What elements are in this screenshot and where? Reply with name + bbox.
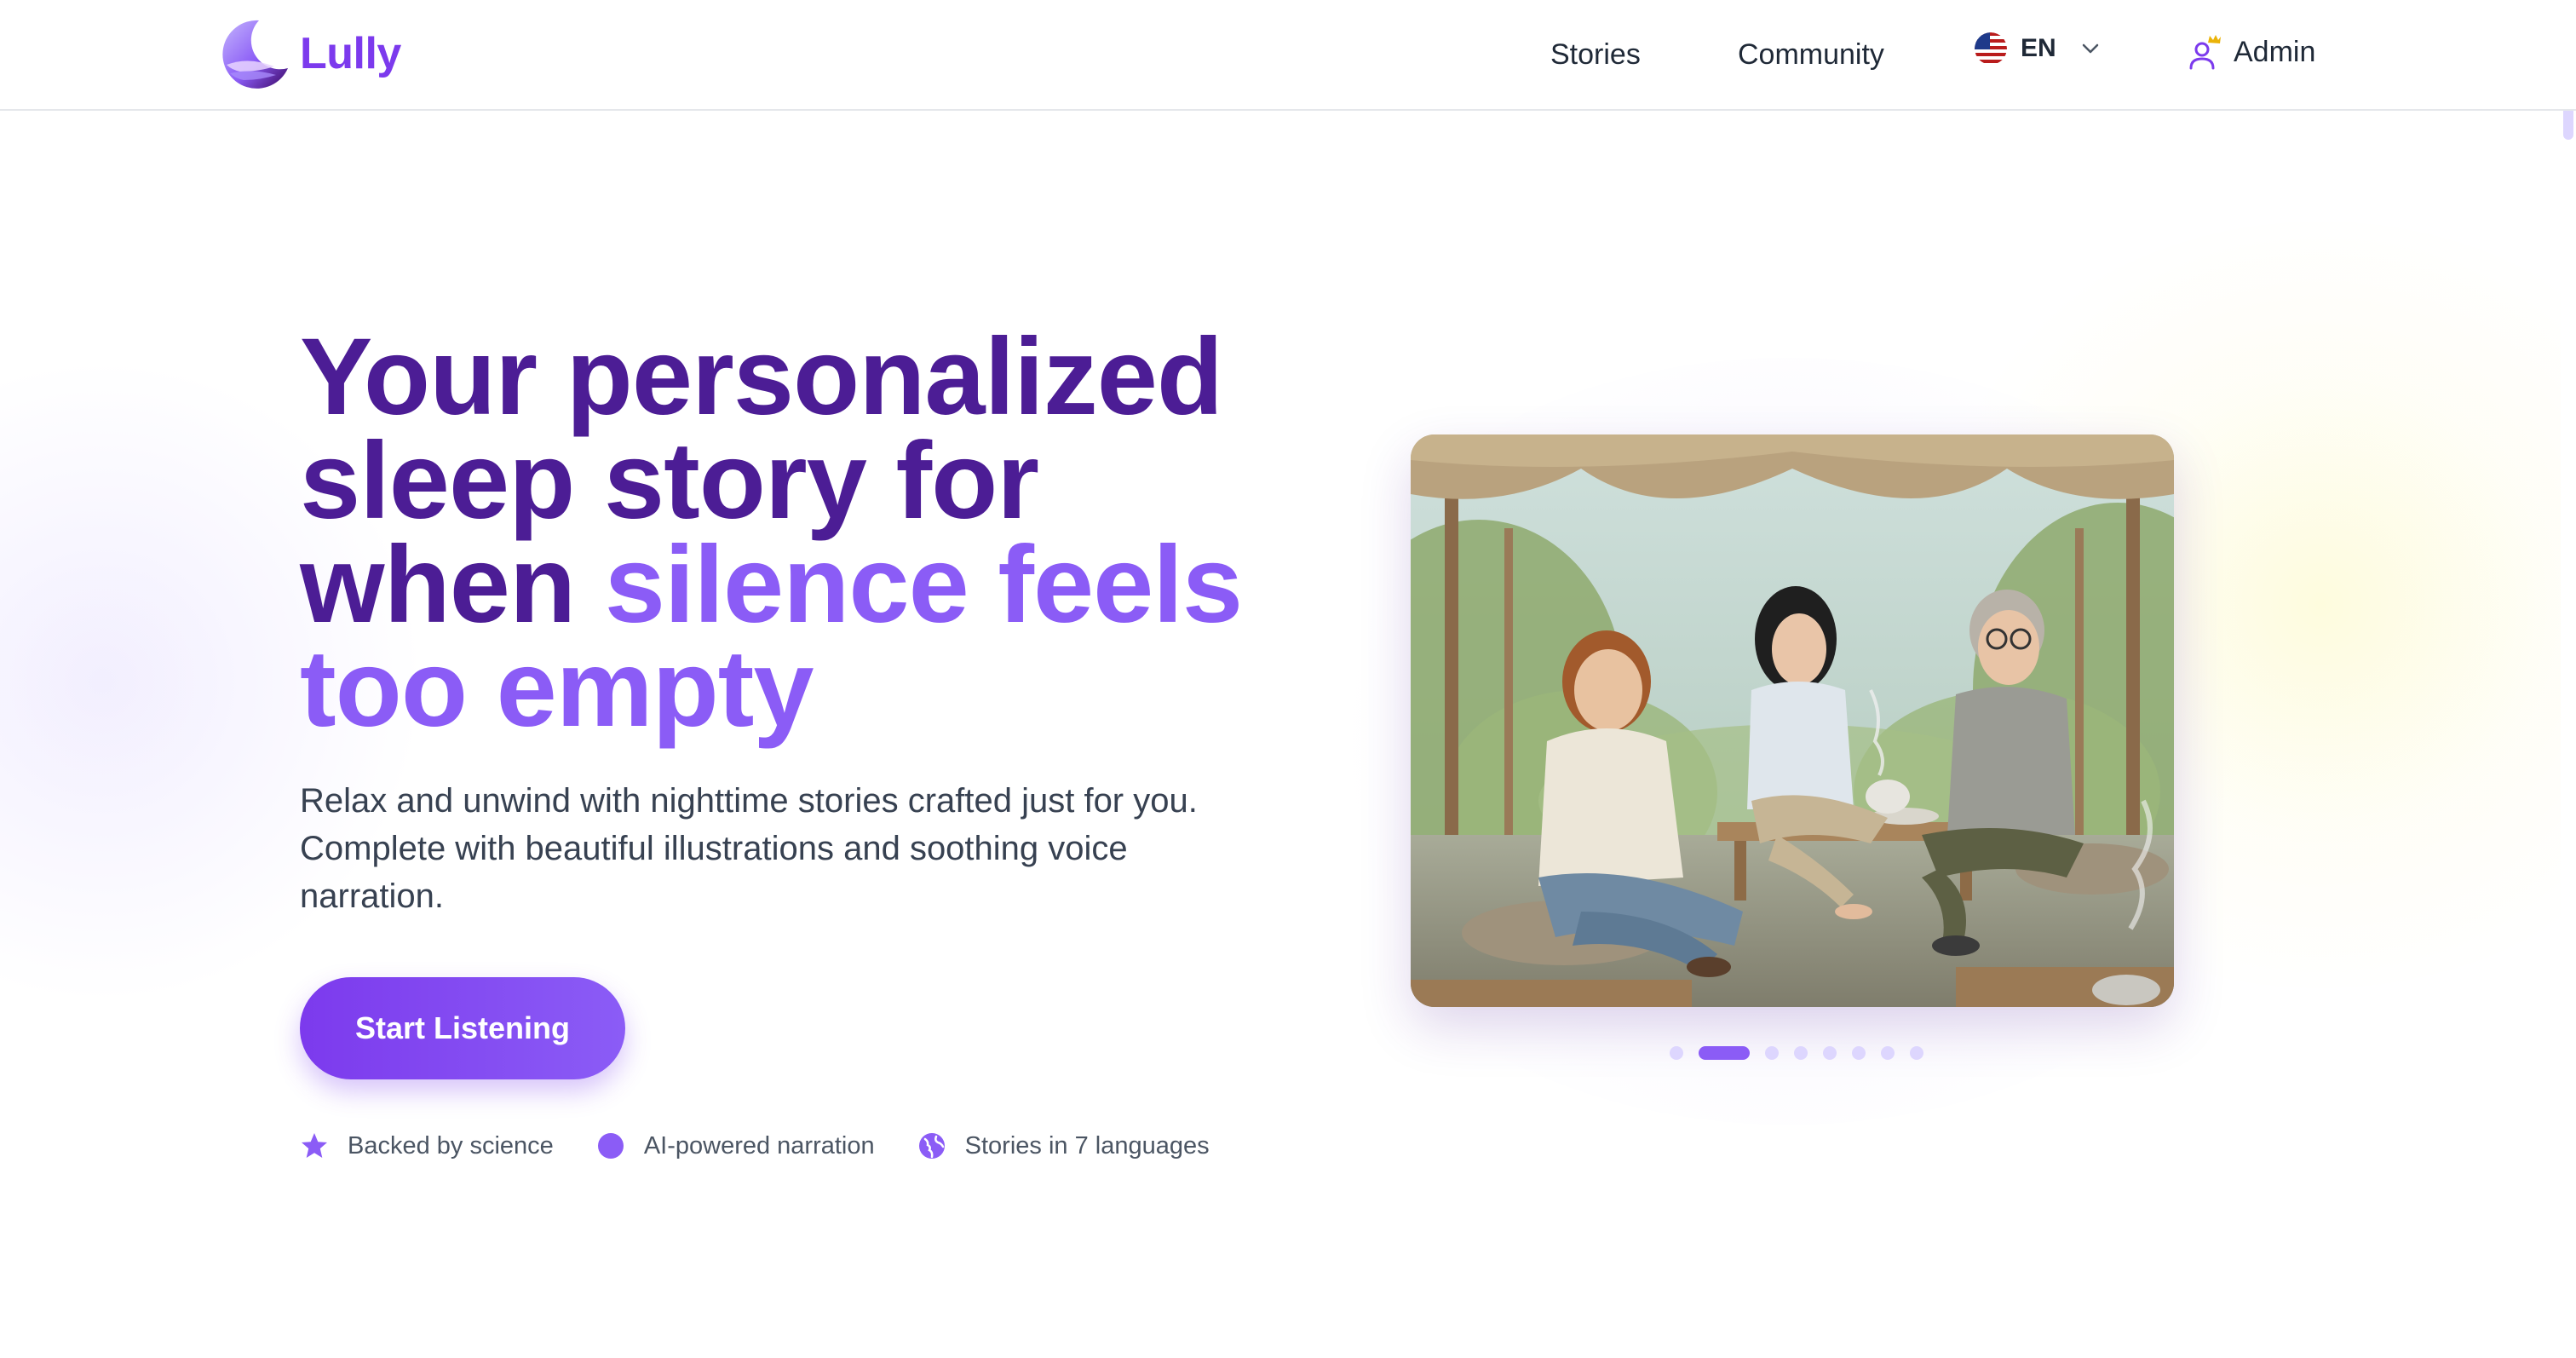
hero-headline: Your personalized sleep story for when s…	[300, 323, 1322, 744]
nav-community-link[interactable]: Community	[1738, 34, 1884, 75]
feature-item: Backed by science	[300, 1131, 554, 1160]
carousel-dot[interactable]	[1852, 1046, 1866, 1060]
feature-item: Stories in 7 languages	[917, 1131, 1210, 1160]
start-listening-button[interactable]: Start Listening	[300, 977, 625, 1079]
illustration-image	[1411, 434, 2174, 1007]
top-nav-bar: Lully Stories Community EN Admin	[0, 0, 2576, 111]
chevron-down-icon	[2082, 43, 2098, 54]
us-flag-icon	[1975, 32, 2007, 65]
nav-stories-link[interactable]: Stories	[1550, 34, 1641, 75]
carousel-dot[interactable]	[1910, 1046, 1923, 1060]
story-illustration[interactable]	[1411, 434, 2174, 1007]
language-selector[interactable]: EN	[1975, 32, 2102, 65]
brand-name: Lully	[300, 29, 401, 78]
hero-subtitle: Relax and unwind with nighttime stories …	[300, 782, 1198, 915]
feature-item: AI-powered narration	[596, 1131, 875, 1160]
admin-link[interactable]: Admin	[2188, 32, 2315, 72]
feature-list: Backed by science AI-powered narration S…	[300, 1131, 1252, 1160]
landing-page: Lully Stories Community EN Admin Your pe…	[0, 0, 2576, 1358]
user-crown-icon	[2189, 35, 2221, 70]
moon-logo-icon	[222, 20, 288, 89]
carousel-dot[interactable]	[1670, 1046, 1683, 1060]
feature-label: Stories in 7 languages	[964, 1131, 1210, 1159]
carousel-indicators	[1670, 1046, 1923, 1060]
circle-icon	[597, 1133, 624, 1159]
feature-label: AI-powered narration	[643, 1131, 875, 1159]
globe-icon	[918, 1133, 945, 1159]
admin-label: Admin	[2234, 35, 2316, 68]
page-scrollbar[interactable]	[2561, 0, 2576, 1358]
carousel-dot[interactable]	[1881, 1046, 1895, 1060]
feature-label: Backed by science	[348, 1131, 554, 1159]
logo-link[interactable]: Lully	[215, 15, 401, 92]
star-icon	[302, 1133, 327, 1158]
headline-accent: too empty	[300, 628, 814, 750]
carousel-dot[interactable]	[1823, 1046, 1837, 1060]
carousel-dot[interactable]	[1765, 1046, 1779, 1060]
carousel-dot[interactable]	[1794, 1046, 1808, 1060]
carousel-dot-active[interactable]	[1699, 1046, 1750, 1060]
language-code: EN	[2021, 34, 2056, 62]
